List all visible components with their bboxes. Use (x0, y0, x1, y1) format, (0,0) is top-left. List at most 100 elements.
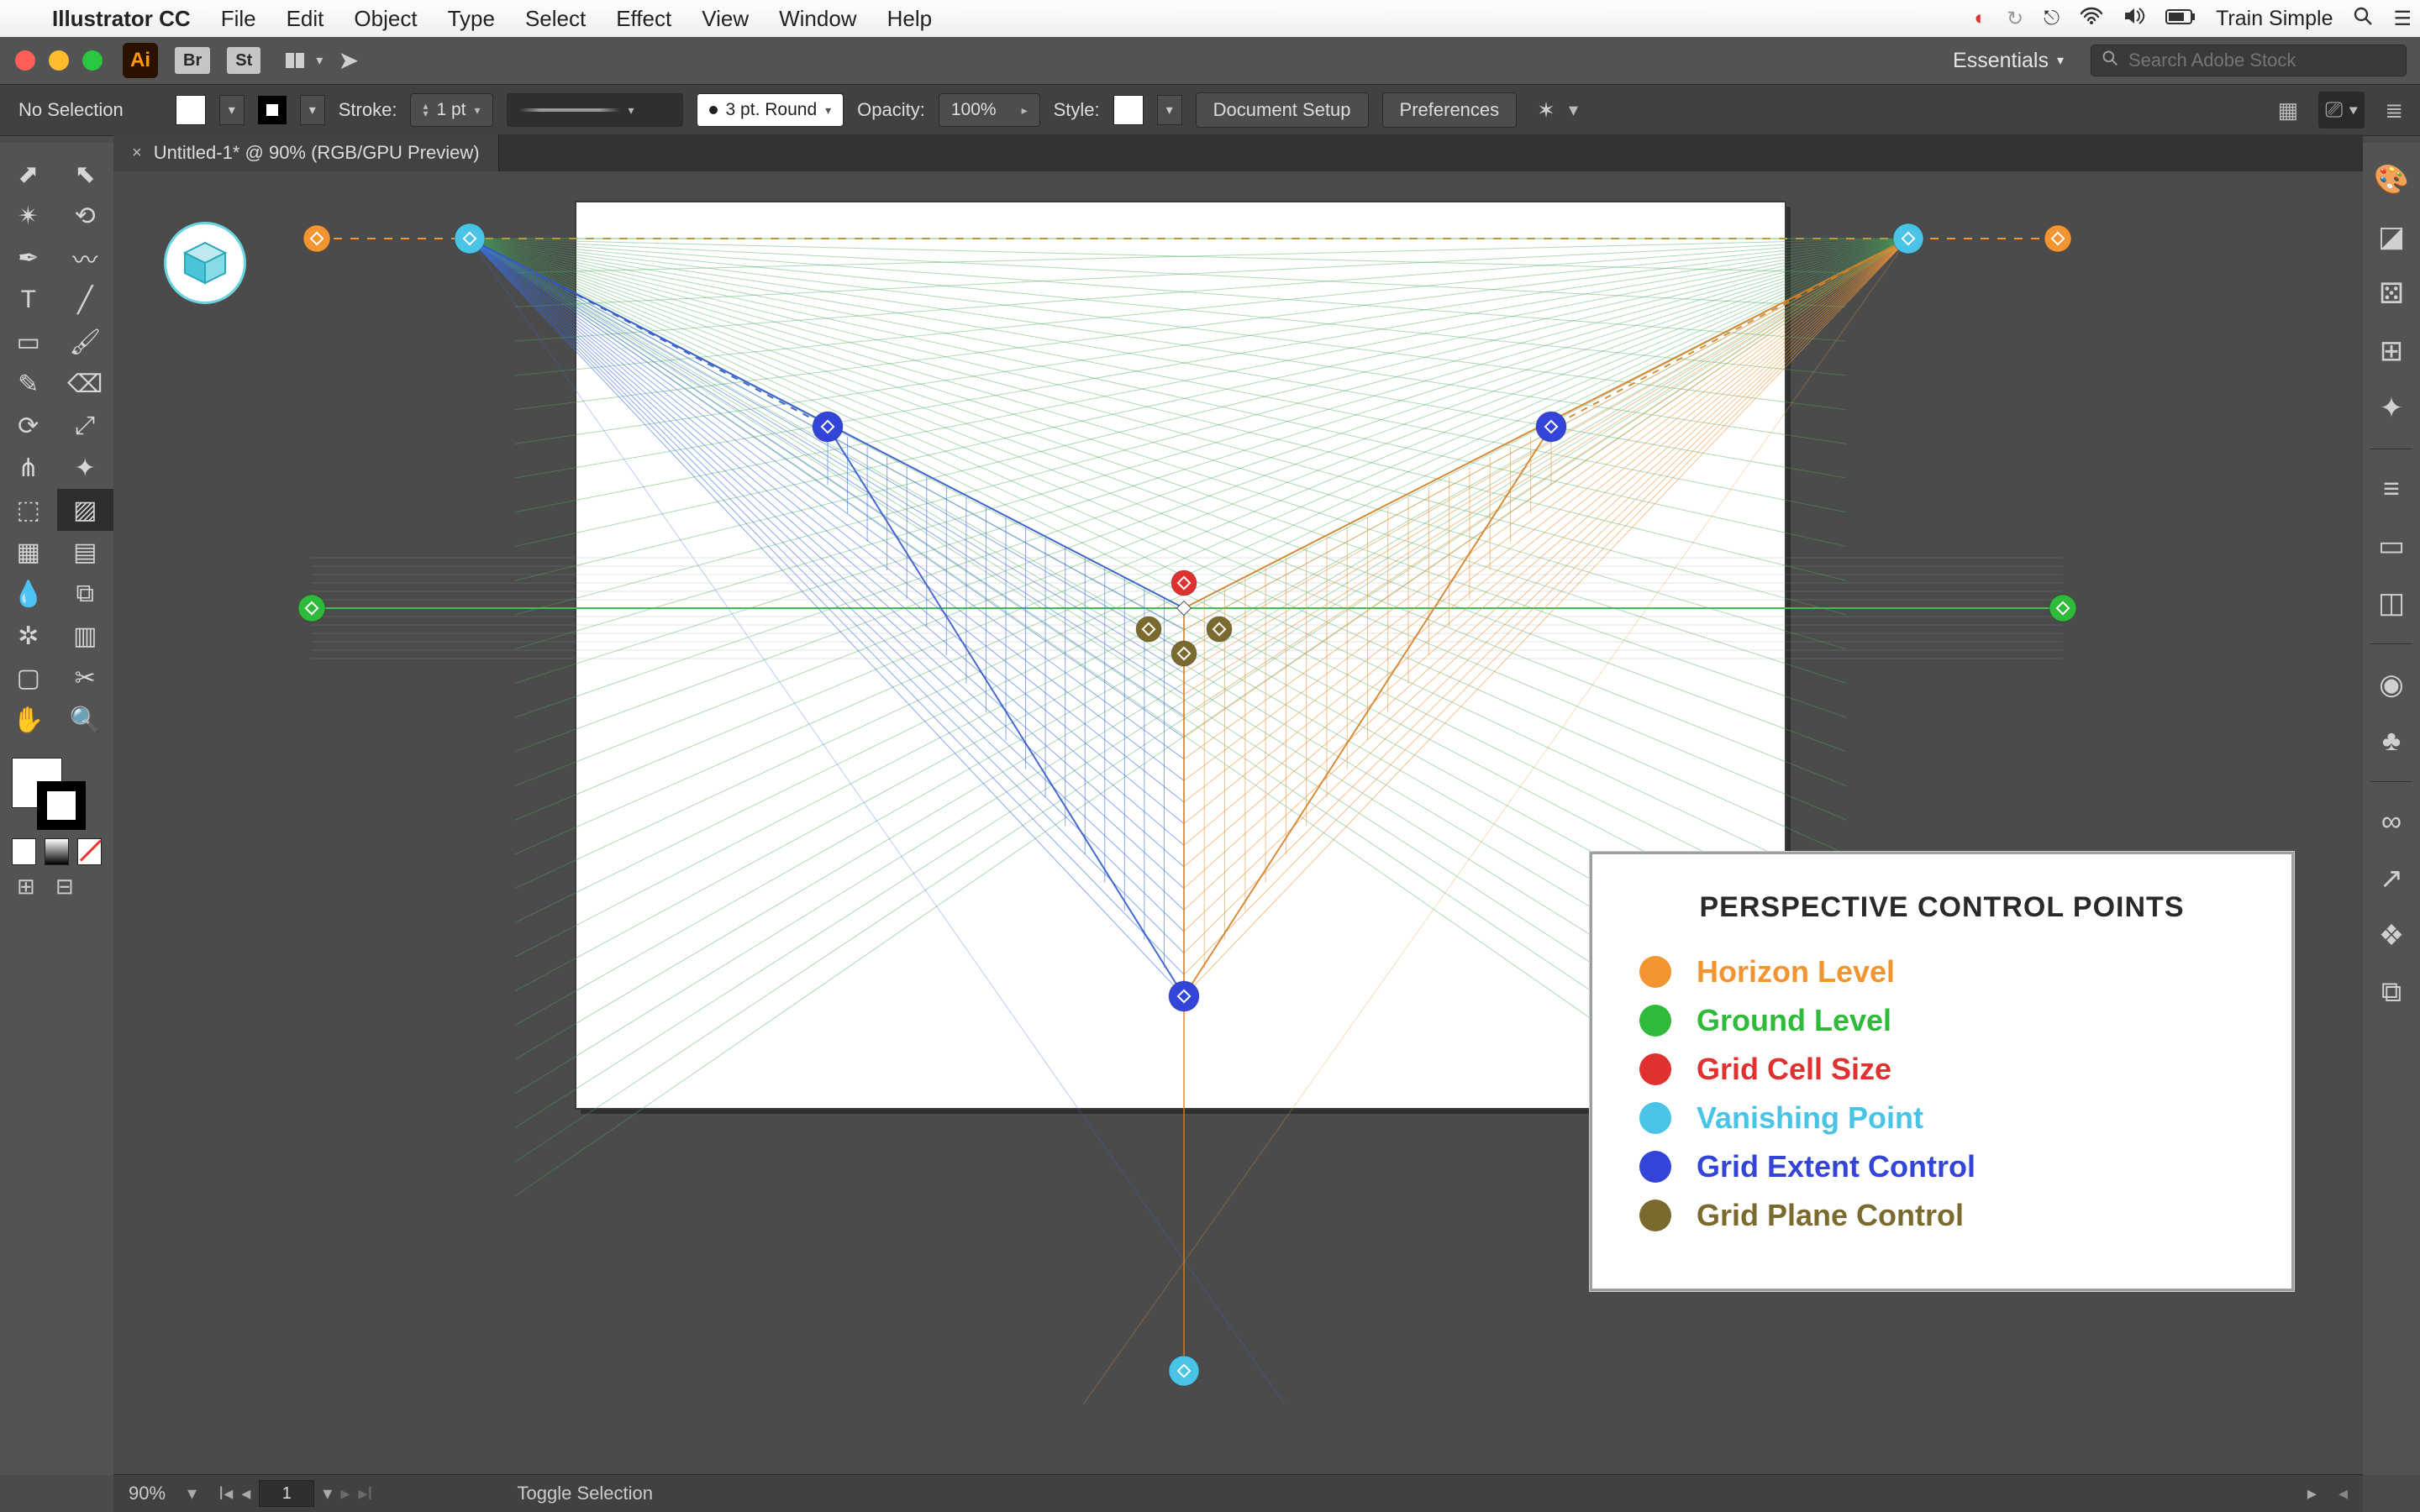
grid-plane-control-left[interactable] (1136, 617, 1161, 642)
document-tab[interactable]: × Untitled-1* @ 90% (RGB/GPU Preview) (113, 134, 499, 171)
menu-help[interactable]: Help (872, 6, 947, 32)
tool-curvature[interactable]: 〰 (57, 237, 114, 279)
color-mode-gradient[interactable] (45, 838, 69, 865)
tool-symbol-sprayer[interactable]: ✲ (0, 615, 57, 657)
status-info-menu[interactable]: ▸ (2307, 1483, 2317, 1504)
menu-file[interactable]: File (206, 6, 271, 32)
variable-width-profile[interactable]: ▾ (507, 93, 683, 127)
appearance-panel-icon[interactable]: ◉ (2379, 668, 2404, 701)
vanishing-point-left[interactable] (455, 223, 485, 254)
tool-rectangle[interactable]: ▭ (0, 321, 57, 363)
tool-pencil[interactable]: ✎ (0, 363, 57, 405)
grid-extent-control-left[interactable] (813, 412, 843, 442)
adobe-stock-search[interactable] (2091, 45, 2407, 76)
close-window-button[interactable] (15, 50, 35, 71)
color-mode-solid[interactable] (12, 838, 36, 865)
stroke-dropdown[interactable]: ▾ (300, 95, 325, 125)
zoom-window-button[interactable] (82, 50, 103, 71)
workspace-switcher[interactable]: Essentials ▾ (1939, 44, 2077, 78)
screen-mode-normal[interactable]: ⊞ (17, 874, 42, 899)
brush-definition[interactable]: 3 pt. Round ▾ (697, 93, 844, 127)
tool-line[interactable]: ╱ (57, 279, 114, 321)
horizon-level-handle-left[interactable] (303, 225, 330, 252)
grid-extent-control-bottom[interactable] (1169, 981, 1199, 1011)
symbols-panel-icon[interactable]: ✦ (2380, 391, 2404, 425)
tool-type[interactable]: T (0, 279, 57, 321)
menu-view[interactable]: View (687, 6, 764, 32)
adobe-stock-search-input[interactable] (2127, 49, 2365, 72)
style-swatch[interactable] (1113, 95, 1144, 125)
tool-pen[interactable]: ✒ (0, 237, 57, 279)
ground-level-handle-right[interactable] (2049, 595, 2076, 622)
vanishing-point-right[interactable] (1893, 223, 1923, 254)
canvas[interactable]: PERSPECTIVE CONTROL POINTS Horizon Level… (113, 171, 2363, 1475)
tool-magic-wand[interactable]: ✴ (0, 195, 57, 237)
align-to-icon[interactable]: ✶ (1537, 97, 1555, 123)
stroke-swatch[interactable] (258, 96, 287, 124)
menu-window[interactable]: Window (764, 6, 871, 32)
tool-eraser[interactable]: ⌫ (57, 363, 114, 405)
brushes-panel-icon[interactable]: ⊞ (2380, 334, 2404, 368)
align-panel-icon[interactable]: ⎚ ▾ (2318, 92, 2365, 129)
layers-panel-icon[interactable]: ❖ (2379, 919, 2404, 953)
menu-type[interactable]: Type (433, 6, 510, 32)
transparency-panel-icon[interactable]: ◫ (2378, 586, 2405, 620)
artboard-number-field[interactable] (259, 1480, 314, 1507)
next-artboard-button[interactable]: ▸ (340, 1483, 350, 1504)
tool-slice[interactable]: ✂ (57, 657, 114, 699)
tool-rotate[interactable]: ⟳ (0, 405, 57, 447)
stroke-panel-icon[interactable]: ≡ (2383, 473, 2400, 506)
zoom-level[interactable]: 90% (129, 1483, 166, 1504)
tool-hand[interactable]: ✋ (0, 699, 57, 741)
prev-artboard-button[interactable]: ◂ (241, 1483, 250, 1504)
grid-plane-control-right[interactable] (1207, 617, 1232, 642)
minimize-window-button[interactable] (49, 50, 69, 71)
arrange-documents[interactable]: ▾ (286, 52, 323, 69)
tool-shape-builder[interactable]: ⬚ (0, 489, 57, 531)
grid-extent-control-right[interactable] (1536, 412, 1566, 442)
stock-shortcut[interactable]: St (227, 47, 260, 74)
tool-gradient[interactable]: ▤ (57, 531, 114, 573)
artboard-number-dropdown[interactable]: ▾ (323, 1483, 332, 1504)
last-artboard-button[interactable]: ▸I (358, 1483, 372, 1504)
bridge-shortcut[interactable]: Br (175, 47, 210, 74)
swatches-panel-icon[interactable]: ⚄ (2379, 277, 2404, 311)
color-mode-none[interactable] (77, 838, 102, 865)
vanishing-point-bottom[interactable] (1169, 1356, 1199, 1386)
menu-extras-icon[interactable]: ☰ (2393, 7, 2412, 31)
tool-eyedropper[interactable]: 💧 (0, 573, 57, 615)
spotlight-icon[interactable] (2353, 6, 2373, 32)
menu-effect[interactable]: Effect (601, 6, 687, 32)
tool-width[interactable]: ⋔ (0, 447, 57, 489)
tool-scale[interactable]: ⤢ (57, 405, 114, 447)
wifi-icon[interactable] (2080, 7, 2103, 31)
tool-selection[interactable]: ⬈ (0, 153, 57, 195)
change-screen-mode[interactable]: ⊟ (55, 874, 81, 899)
grid-cell-size-handle[interactable] (1171, 570, 1197, 596)
libraries-panel-icon[interactable]: ∞ (2381, 806, 2402, 838)
creative-cloud-icon[interactable]: ◐ (1974, 7, 1986, 30)
tool-free-transform[interactable]: ✦ (57, 447, 114, 489)
fill-dropdown[interactable]: ▾ (219, 95, 245, 125)
transform-panel-icon[interactable]: ▦ (2278, 97, 2299, 123)
tool-direct-selection[interactable]: ⬉ (57, 153, 114, 195)
menu-select[interactable]: Select (510, 6, 601, 32)
document-setup-button[interactable]: Document Setup (1196, 92, 1369, 128)
app-menu[interactable]: Illustrator CC (37, 6, 206, 32)
macos-username[interactable]: Train Simple (2216, 7, 2333, 31)
opacity-field[interactable]: 100% ▸ (939, 93, 1040, 127)
color-guide-panel-icon[interactable]: ◪ (2378, 220, 2405, 254)
tool-column-graph[interactable]: ▥ (57, 615, 114, 657)
more-options-icon[interactable]: ≣ (2385, 97, 2403, 123)
stroke-color[interactable] (37, 781, 86, 830)
first-artboard-button[interactable]: I◂ (218, 1483, 233, 1504)
bluetooth-icon[interactable]: ⎋ (2044, 7, 2060, 30)
tool-perspective-grid[interactable]: ▨ (57, 489, 114, 531)
links-panel-icon[interactable]: ↗ (2380, 862, 2404, 895)
sync-settings-icon[interactable]: ➤ (338, 46, 359, 76)
artboards-panel-icon[interactable]: ⧉ (2381, 976, 2402, 1009)
scroll-left-icon[interactable]: ◂ (2338, 1483, 2348, 1504)
tool-mesh[interactable]: ▦ (0, 531, 57, 573)
tool-lasso[interactable]: ⟲ (57, 195, 114, 237)
time-machine-icon[interactable]: ↻ (2007, 7, 2023, 31)
